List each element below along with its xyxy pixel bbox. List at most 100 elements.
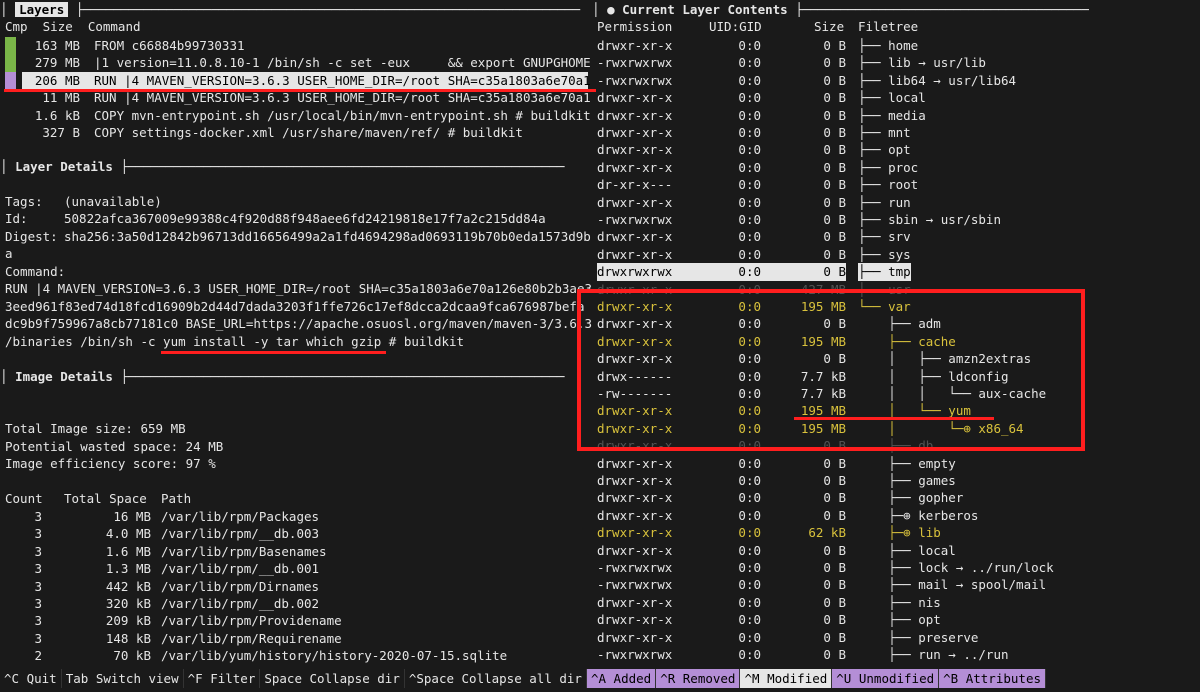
- contents-header[interactable]: │ ● Current Layer Contents ├────────────…: [592, 1, 1089, 18]
- keybinding-attributes[interactable]: ^B Attributes: [939, 669, 1046, 688]
- filetree-row[interactable]: drwxr-xr-x 0:0 0 B ├── proc: [592, 159, 1200, 176]
- file-size: 0 B: [823, 507, 846, 523]
- layer-row[interactable]: 206 MB RUN |4 MAVEN_VERSION=3.6.3 USER_HO…: [22, 71, 591, 90]
- image-details-header: │ Image Details ├───────────────────────…: [0, 369, 565, 384]
- filetree-row[interactable]: drwxr-xr-x 0:0 0 B ├── nis: [592, 594, 1200, 611]
- file-tree-entry: ├── games: [858, 473, 956, 488]
- wasted-space: 320 kB: [105, 596, 151, 611]
- filetree-row[interactable]: drwxr-xr-x 0:0 0 B ├── opt: [592, 611, 1200, 628]
- file-tree-entry: ├── mnt: [858, 125, 911, 140]
- wasted-space: 16 MB: [113, 509, 151, 524]
- filetree-row[interactable]: drwxr-xr-x 0:0 0 B ├── preserve: [592, 629, 1200, 646]
- file-tree-entry: ├── tmp: [858, 263, 911, 281]
- filetree-row[interactable]: dr-xr-x--- 0:0 0 B ├── root: [592, 176, 1200, 193]
- keybinding-collapse-dir[interactable]: Space Collapse dir: [260, 669, 405, 688]
- filetree-row[interactable]: -rwxrwxrwx 0:0 0 B ├── run → ../run: [592, 646, 1200, 663]
- filetree-row[interactable]: drwxr-xr-x 0:0 0 B ├── srv: [592, 228, 1200, 245]
- filetree-row[interactable]: drwxr-xr-x 0:0 0 B ├── empty: [592, 455, 1200, 472]
- filetree-row[interactable]: drwxr-xr-x 0:0 0 B ├── opt: [592, 141, 1200, 158]
- layer-color-swatch: [5, 37, 16, 55]
- file-permission: drwxr-xr-x: [597, 490, 673, 506]
- filetree-row[interactable]: drwxr-xr-x 0:0 0 B ├── gopher: [592, 489, 1200, 506]
- layer-row[interactable]: 1.6 kB COPY mvn-entrypoint.sh /usr/local/…: [22, 107, 591, 124]
- key-label: Modified: [767, 671, 828, 686]
- tags-value: (unavailable): [64, 194, 162, 209]
- wasted-path: /var/lib/rpm/Packages: [161, 509, 320, 524]
- filetree-row[interactable]: drwxr-xr-x 0:0 0 B ├── media: [592, 107, 1200, 124]
- col-uid-gid: UID:GID: [709, 19, 762, 34]
- layers-header[interactable]: │ Layers ├──────────────────────────────…: [0, 1, 580, 18]
- file-tree-entry: ├── local: [858, 542, 956, 558]
- filetree-row[interactable]: drwxr-xr-x 0:0 0 B ├── games: [592, 472, 1200, 489]
- file-uid-gid: 0:0: [738, 594, 761, 610]
- filetree-row[interactable]: drwxr-xr-x 0:0 0 B ├── sys: [592, 246, 1200, 263]
- filetree-row[interactable]: drwxr-xr-x 0:0 0 B ├── home: [592, 37, 1200, 54]
- filetree-row[interactable]: drwxr-xr-x 0:0 0 B ├── mnt: [592, 124, 1200, 141]
- file-permission: dr-xr-x---: [597, 177, 673, 193]
- total-image-size: Total Image size: 659 MB: [5, 421, 186, 436]
- keybinding-removed[interactable]: ^R Removed: [656, 669, 741, 688]
- id-label: Id:: [5, 211, 28, 226]
- left-pane: │ Layers ├──────────────────────────────…: [0, 0, 592, 666]
- file-tree-entry: ├── lib → usr/lib: [858, 55, 986, 71]
- wasted-count: 3: [34, 630, 42, 646]
- file-permission: drwxr-xr-x: [597, 455, 673, 471]
- file-size: 0 B: [823, 455, 846, 471]
- filetree-row[interactable]: drwxr-xr-x 0:0 0 B ├── local: [592, 89, 1200, 106]
- col-command: Command: [87, 19, 141, 34]
- filetree-row[interactable]: drwxr-xr-x 0:0 62 kB ├─⊕ lib: [592, 524, 1200, 541]
- layer-row[interactable]: 327 B COPY settings-docker.xml /usr/share…: [22, 124, 588, 141]
- filetree-row[interactable]: drwxr-xr-x 0:0 0 B ├── run: [592, 194, 1200, 211]
- filetree-row[interactable]: -rwxrwxrwx 0:0 0 B ├── sbin → usr/sbin: [592, 211, 1200, 228]
- wasted-path: /var/lib/rpm/Providename: [161, 613, 342, 629]
- file-uid-gid: 0:0: [738, 142, 761, 158]
- file-tree-entry: ├── local: [858, 90, 926, 106]
- filetree-row[interactable]: -rwxrwxrwx 0:0 0 B ├── lib64 → usr/lib64: [592, 72, 1200, 89]
- command-line-4: /binaries /bin/sh -c yum install -y tar …: [5, 334, 465, 349]
- wasted-space: 209 kB: [105, 613, 151, 629]
- file-permission: drwxr-xr-x: [597, 594, 673, 610]
- layer-command: |1 version=11.0.8.10-1 /bin/sh -c set -e…: [94, 55, 591, 71]
- wasted-file-row: 3 320 kB/var/lib/rpm/__db.002: [5, 595, 595, 612]
- command-line-1: RUN |4 MAVEN_VERSION=3.6.3 USER_HOME_DIR…: [5, 281, 592, 296]
- keybinding-switch-view[interactable]: Tab Switch view: [62, 669, 184, 688]
- file-size: 0 B: [823, 142, 846, 158]
- wasted-path: /var/lib/yum/history/history-2020-07-15.…: [161, 648, 508, 664]
- layer-size: 163 MB: [34, 38, 80, 53]
- file-permission: drwxrwxrwx: [597, 263, 673, 281]
- keybinding-modified[interactable]: ^M Modified: [740, 669, 833, 688]
- layer-command: COPY mvn-entrypoint.sh /usr/local/bin/mv…: [94, 107, 591, 123]
- file-permission: drwxr-xr-x: [597, 159, 673, 175]
- file-uid-gid: 0:0: [738, 542, 761, 558]
- layer-command: COPY settings-docker.xml /usr/share/mave…: [94, 125, 523, 140]
- file-tree-entry: ├── media: [858, 107, 926, 123]
- keybinding-filter[interactable]: ^F Filter: [184, 669, 261, 688]
- layer-command: RUN |4 MAVEN_VERSION=3.6.3 USER_HOME_DIR…: [94, 90, 591, 106]
- layer-row[interactable]: 163 MB FROM c66884b99730331: [22, 37, 588, 54]
- keybinding-unmodified[interactable]: ^U Unmodified: [832, 669, 940, 688]
- key-label: Switch view: [95, 671, 179, 686]
- keybinding-added[interactable]: ^A Added: [586, 669, 657, 688]
- file-tree-entry: ├─⊕ lib: [858, 525, 941, 541]
- filetree-row[interactable]: drwxr-xr-x 0:0 0 B ├── local: [592, 542, 1200, 559]
- layer-row[interactable]: 279 MB |1 version=11.0.8.10-1 /bin/sh -c …: [22, 54, 591, 71]
- keybinding-collapse-all-dir[interactable]: ^Space Collapse all dir: [405, 669, 587, 688]
- key-label: Unmodified: [858, 671, 935, 686]
- filetree-row[interactable]: drwxrwxrwx 0:0 0 B ├── tmp: [592, 263, 1200, 281]
- file-uid-gid: 0:0: [738, 455, 761, 471]
- command-line-3: dc9b9f759967a8cb77181c0 BASE_URL=https:/…: [5, 316, 592, 331]
- filetree-row[interactable]: -rwxrwxrwx 0:0 0 B ├── lib → usr/lib: [592, 54, 1200, 71]
- file-permission: -rwxrwxrwx: [597, 647, 673, 662]
- command-label: Command:: [5, 264, 66, 279]
- file-uid-gid: 0:0: [738, 490, 761, 506]
- annotation-underline-yum: [794, 417, 994, 420]
- image-details-title: Image Details: [15, 369, 113, 384]
- filetree-row[interactable]: drwxr-xr-x 0:0 0 B ├─⊕ kerberos: [592, 507, 1200, 524]
- tags-label: Tags:: [5, 194, 43, 209]
- wasted-file-row: 3 209 kB/var/lib/rpm/Providename: [5, 612, 595, 629]
- col-filetree: Filetree: [858, 19, 919, 34]
- filetree-row[interactable]: -rwxrwxrwx 0:0 0 B ├── lock → ../run/lock: [592, 559, 1200, 576]
- filetree-row[interactable]: -rwxrwxrwx 0:0 0 B ├── mail → spool/mail: [592, 576, 1200, 593]
- contents-title: ● Current Layer Contents: [607, 2, 788, 17]
- keybinding-quit[interactable]: ^C Quit: [0, 669, 62, 688]
